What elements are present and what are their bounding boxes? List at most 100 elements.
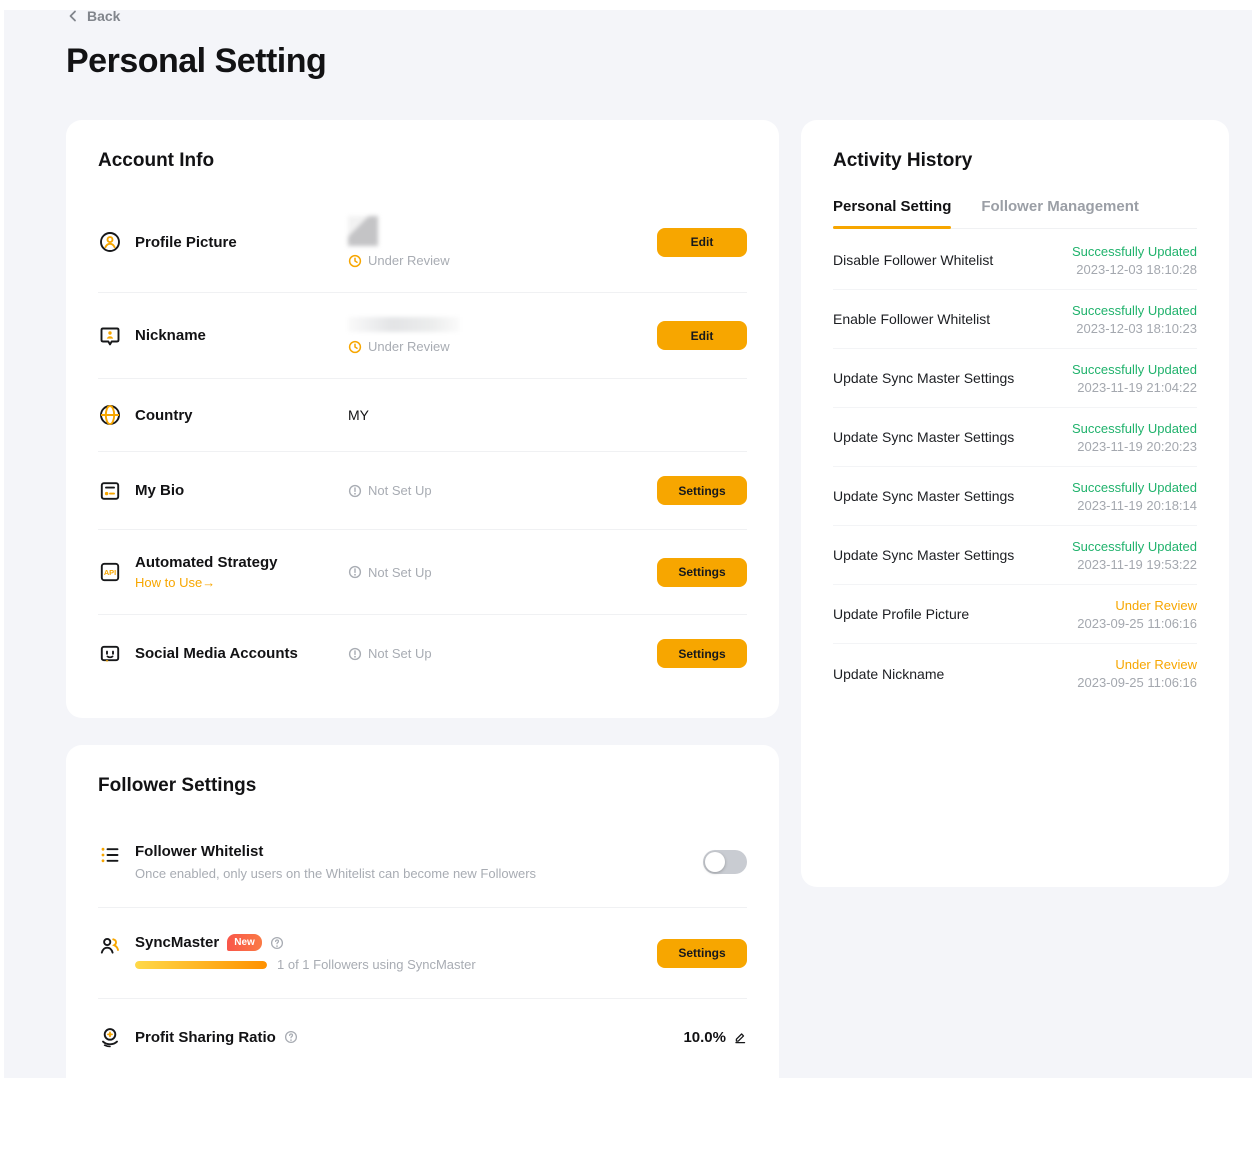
toggle-knob [705, 852, 725, 872]
page-title: Personal Setting [66, 42, 326, 81]
edit-nickname-button[interactable]: Edit [657, 321, 747, 350]
activity-item: Update Nickname Under Review 2023-09-25 … [833, 644, 1197, 703]
row-label: SyncMaster [135, 934, 219, 951]
row-label: Follower Whitelist [135, 843, 536, 860]
activity-action: Update Sync Master Settings [833, 429, 1014, 445]
info-icon [348, 647, 362, 661]
profit-sharing-value: 10.0% [683, 1029, 726, 1046]
question-icon[interactable] [270, 936, 284, 950]
row-label: Country [135, 407, 193, 424]
row-profile-picture: Profile Picture Under Review Edit [98, 192, 747, 293]
activity-action: Update Nickname [833, 666, 944, 682]
row-label: Profit Sharing Ratio [135, 1029, 276, 1046]
syncmaster-icon [98, 934, 122, 958]
follower-settings-card: Follower Settings Follower Whitelist Onc… [66, 745, 779, 1165]
activity-time: 2023-11-19 20:18:14 [1077, 498, 1197, 513]
how-to-use-link[interactable]: How to Use→ [135, 575, 278, 590]
status-text: Not Set Up [368, 565, 432, 580]
row-profit-sharing: Profit Sharing Ratio 10.0% [98, 999, 747, 1075]
activity-time: 2023-11-19 19:53:22 [1077, 557, 1197, 572]
activity-action: Disable Follower Whitelist [833, 252, 993, 268]
my-bio-icon [98, 479, 122, 503]
activity-status: Successfully Updated [1072, 421, 1197, 436]
activity-tabs: Personal Setting Follower Management [833, 198, 1197, 229]
new-badge: New [227, 934, 262, 951]
nickname-value-blurred [348, 317, 460, 332]
automated-strategy-settings-button[interactable]: Settings [657, 558, 747, 587]
activity-action: Enable Follower Whitelist [833, 311, 990, 327]
country-value: MY [348, 407, 369, 423]
clock-icon [348, 340, 362, 354]
edit-profile-picture-button[interactable]: Edit [657, 228, 747, 257]
status-text: Not Set Up [368, 646, 432, 661]
activity-status: Successfully Updated [1072, 303, 1197, 318]
back-label: Back [87, 8, 120, 24]
arrow-right-icon: → [202, 575, 215, 590]
row-label: Profile Picture [135, 234, 237, 251]
back-button[interactable]: Back [66, 8, 120, 24]
status-text: Under Review [368, 253, 450, 268]
activity-item: Disable Follower Whitelist Successfully … [833, 231, 1197, 290]
my-bio-settings-button[interactable]: Settings [657, 476, 747, 505]
api-icon: API [98, 560, 122, 584]
syncmaster-progress-text: 1 of 1 Followers using SyncMaster [277, 957, 476, 972]
country-icon [98, 403, 122, 427]
activity-item: Update Sync Master Settings Successfully… [833, 467, 1197, 526]
info-icon [348, 484, 362, 498]
row-follower-whitelist: Follower Whitelist Once enabled, only us… [98, 817, 747, 908]
social-media-icon [98, 642, 122, 666]
activity-status: Successfully Updated [1072, 244, 1197, 259]
activity-status: Under Review [1115, 598, 1197, 613]
activity-status: Successfully Updated [1072, 539, 1197, 554]
row-label: Automated Strategy [135, 554, 278, 571]
svg-text:API: API [104, 568, 116, 577]
activity-list: Disable Follower Whitelist Successfully … [833, 231, 1197, 703]
account-info-card: Account Info Profile Picture Under Revie… [66, 120, 779, 718]
activity-item: Enable Follower Whitelist Successfully U… [833, 290, 1197, 349]
activity-item: Update Sync Master Settings Successfully… [833, 408, 1197, 467]
follower-whitelist-toggle[interactable] [703, 850, 747, 874]
social-media-settings-button[interactable]: Settings [657, 639, 747, 668]
row-label: Nickname [135, 327, 206, 344]
activity-time: 2023-12-03 18:10:23 [1076, 321, 1197, 336]
tab-follower-management[interactable]: Follower Management [981, 198, 1139, 228]
activity-history-title: Activity History [833, 150, 1197, 172]
syncmaster-progress-fill [135, 961, 267, 969]
row-nickname: Nickname Under Review Edit [98, 293, 747, 379]
clock-icon [348, 254, 362, 268]
syncmaster-settings-button[interactable]: Settings [657, 939, 747, 968]
activity-time: 2023-12-03 18:10:28 [1076, 262, 1197, 277]
follower-settings-title: Follower Settings [98, 775, 747, 797]
edit-pencil-icon[interactable] [733, 1030, 747, 1044]
row-syncmaster: SyncMaster New 1 of 1 Followers using Sy… [98, 908, 747, 999]
activity-history-card: Activity History Personal Setting Follow… [801, 120, 1229, 887]
question-icon[interactable] [284, 1030, 298, 1044]
syncmaster-progress-bar [135, 961, 267, 969]
whitelist-description: Once enabled, only users on the Whitelis… [135, 866, 536, 881]
activity-item: Update Profile Picture Under Review 2023… [833, 585, 1197, 644]
status-text: Under Review [368, 339, 450, 354]
info-icon [348, 565, 362, 579]
row-social-media: Social Media Accounts Not Set Up Setting… [98, 615, 747, 692]
account-info-title: Account Info [98, 150, 747, 172]
activity-status: Under Review [1115, 657, 1197, 672]
activity-action: Update Sync Master Settings [833, 547, 1014, 563]
whitelist-icon [98, 843, 122, 867]
activity-item: Update Sync Master Settings Successfully… [833, 349, 1197, 408]
chevron-left-icon [66, 9, 80, 23]
nickname-icon [98, 324, 122, 348]
activity-time: 2023-09-25 11:06:16 [1077, 616, 1197, 631]
activity-status: Successfully Updated [1072, 480, 1197, 495]
row-automated-strategy: API Automated Strategy How to Use→ Not S… [98, 530, 747, 615]
row-country: Country MY [98, 379, 747, 452]
activity-time: 2023-09-25 11:06:16 [1077, 675, 1197, 690]
activity-time: 2023-11-19 20:20:23 [1077, 439, 1197, 454]
activity-item: Update Sync Master Settings Successfully… [833, 526, 1197, 585]
tab-personal-setting[interactable]: Personal Setting [833, 198, 951, 228]
profile-picture-thumbnail [348, 216, 378, 246]
row-label: Social Media Accounts [135, 645, 298, 662]
profile-picture-icon [98, 230, 122, 254]
activity-action: Update Profile Picture [833, 606, 969, 622]
status-text: Not Set Up [368, 483, 432, 498]
row-label: My Bio [135, 482, 184, 499]
